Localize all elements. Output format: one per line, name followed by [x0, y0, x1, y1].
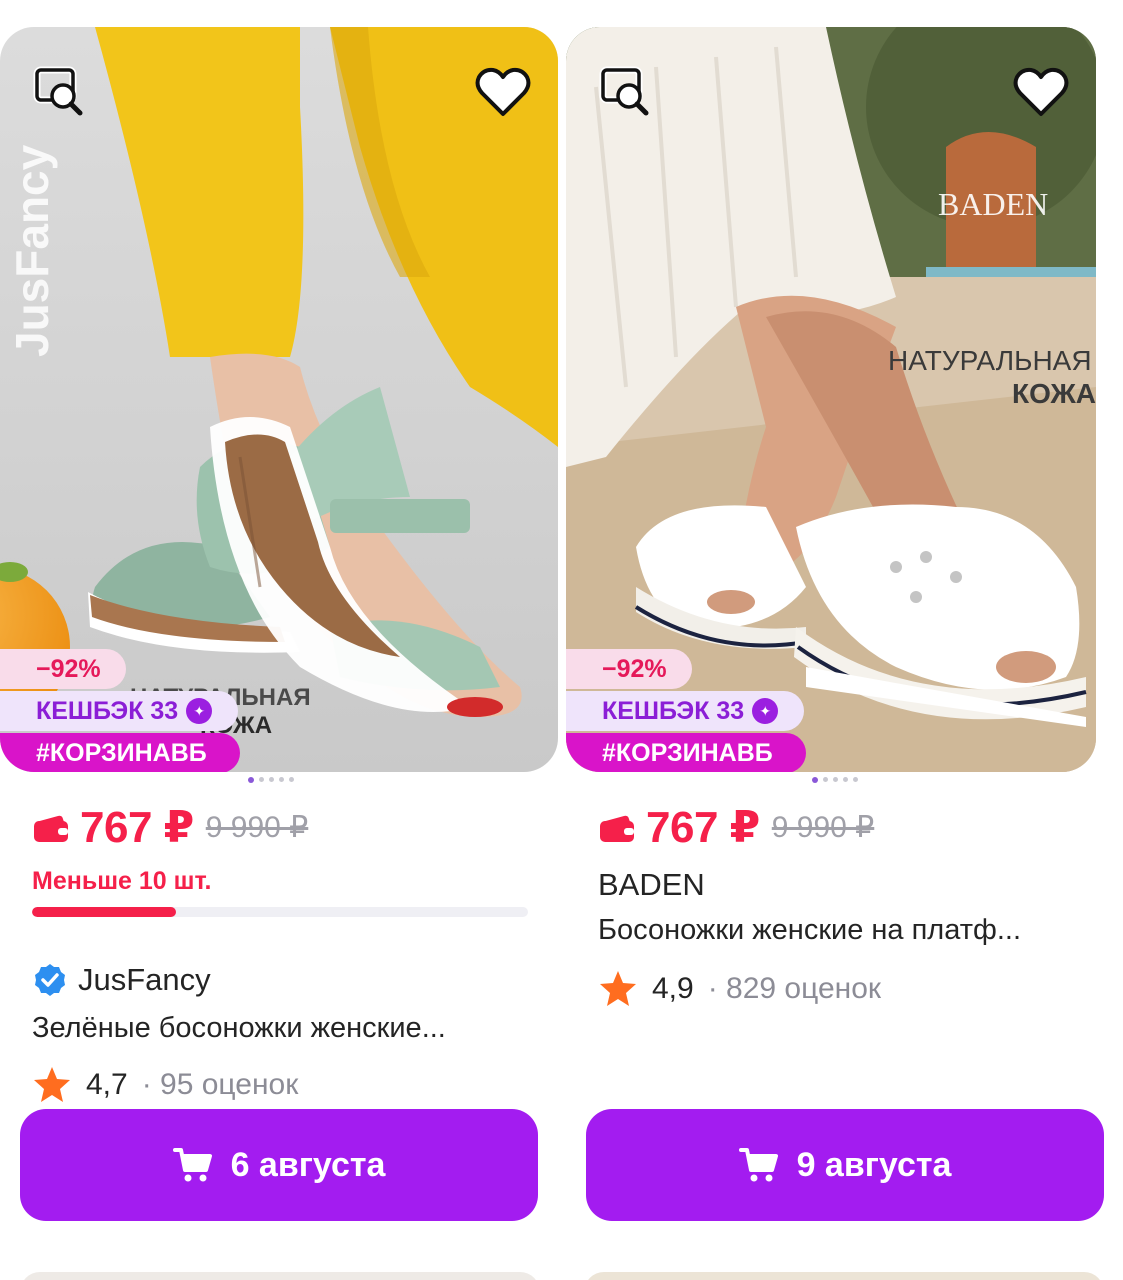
photo-overlay-line-1: НАТУРАЛЬНАЯ: [888, 345, 1092, 376]
brand-name: BADEN: [598, 867, 705, 902]
stock-level-fill: [32, 907, 176, 917]
star-icon: [34, 1067, 70, 1102]
verified-check-icon: [35, 964, 65, 996]
rating-row: 4,7 · 95 оценок: [32, 1065, 298, 1105]
rating-value: 4,9: [652, 972, 694, 1005]
gallery-dot: [843, 777, 848, 782]
brand-watermark: BADEN: [938, 186, 1048, 222]
wallet-icon: [600, 815, 634, 842]
product-photo[interactable]: JusFancy НАТУРАЛЬНАЯ КОЖА −92% КЕШБЭК 33…: [0, 27, 558, 772]
cashback-label: КЕШБЭК 33: [602, 697, 745, 725]
current-price: 767 ₽: [80, 803, 194, 852]
product-title[interactable]: Зелёные босоножки женские...: [32, 1012, 446, 1045]
gallery-dot: [823, 777, 828, 782]
old-price: 9 990 ₽: [771, 811, 875, 844]
brand-name: JusFancy: [78, 962, 211, 997]
cashback-badge: КЕШБЭК 33 ✦: [566, 691, 804, 731]
cashback-sparkle-icon: ✦: [752, 698, 779, 724]
gallery-dot: [279, 777, 284, 782]
next-product-card-peek[interactable]: [584, 1272, 1104, 1280]
gallery-dot: [248, 777, 254, 783]
gallery-dot: [812, 777, 818, 783]
cart-icon: [738, 1148, 778, 1182]
gallery-dots: [248, 777, 294, 783]
gallery-dot: [289, 777, 294, 782]
price-row: 767 ₽ 9 990 ₽: [32, 802, 308, 853]
photo-overlay-line-2: КОЖА: [1012, 378, 1096, 409]
rating-value: 4,7: [86, 1068, 128, 1101]
brand-row[interactable]: JusFancy: [32, 962, 211, 998]
discount-badge: −92%: [566, 649, 692, 689]
delivery-date: 9 августа: [796, 1145, 952, 1184]
gallery-dot: [269, 777, 274, 782]
old-price: 9 990 ₽: [205, 811, 309, 844]
review-count: · 95 оценок: [141, 1068, 299, 1101]
product-title[interactable]: Босоножки женские на платф...: [598, 914, 1021, 947]
cashback-label: КЕШБЭК 33: [36, 697, 179, 725]
brand-watermark: JusFancy: [6, 144, 58, 357]
stock-level-bar: [32, 907, 528, 917]
brand-row[interactable]: BADEN: [598, 867, 705, 903]
promo-tag-badge: #КОРЗИНАВБ: [566, 733, 806, 772]
discount-badge: −92%: [0, 649, 126, 689]
heart-outline-icon[interactable]: [1012, 63, 1070, 121]
review-count-text: 829 оценок: [726, 972, 882, 1005]
add-to-cart-button[interactable]: 9 августа: [586, 1109, 1104, 1221]
review-count-text: 95 оценок: [160, 1068, 299, 1101]
cashback-sparkle-icon: ✦: [186, 698, 213, 724]
current-price: 767 ₽: [646, 803, 760, 852]
heart-outline-icon[interactable]: [474, 63, 532, 121]
product-card[interactable]: JusFancy НАТУРАЛЬНАЯ КОЖА −92% КЕШБЭК 33…: [0, 27, 558, 1227]
gallery-dots: [812, 777, 858, 783]
delivery-date: 6 августа: [230, 1145, 386, 1184]
add-to-cart-button[interactable]: 6 августа: [20, 1109, 538, 1221]
product-card[interactable]: BADEN НАТУРАЛЬНАЯ КОЖА −92% КЕШБЭК 33 ✦ …: [566, 27, 1106, 1227]
cashback-badge: КЕШБЭК 33 ✦: [0, 691, 238, 731]
price-row: 767 ₽ 9 990 ₽: [598, 802, 874, 853]
stock-warning: Меньше 10 шт.: [32, 867, 212, 895]
promo-tag-badge: #КОРЗИНАВБ: [0, 733, 240, 772]
review-count: · 829 оценок: [707, 972, 882, 1005]
wallet-icon: [34, 815, 68, 842]
image-search-icon[interactable]: [596, 63, 654, 121]
gallery-dot: [833, 777, 838, 782]
rating-row: 4,9 · 829 оценок: [598, 969, 881, 1009]
cart-icon: [172, 1148, 212, 1182]
star-icon: [600, 971, 636, 1006]
gallery-dot: [853, 777, 858, 782]
product-photo[interactable]: BADEN НАТУРАЛЬНАЯ КОЖА −92% КЕШБЭК 33 ✦ …: [566, 27, 1096, 772]
next-product-card-peek[interactable]: [20, 1272, 540, 1280]
image-search-icon[interactable]: [30, 63, 88, 121]
gallery-dot: [259, 777, 264, 782]
